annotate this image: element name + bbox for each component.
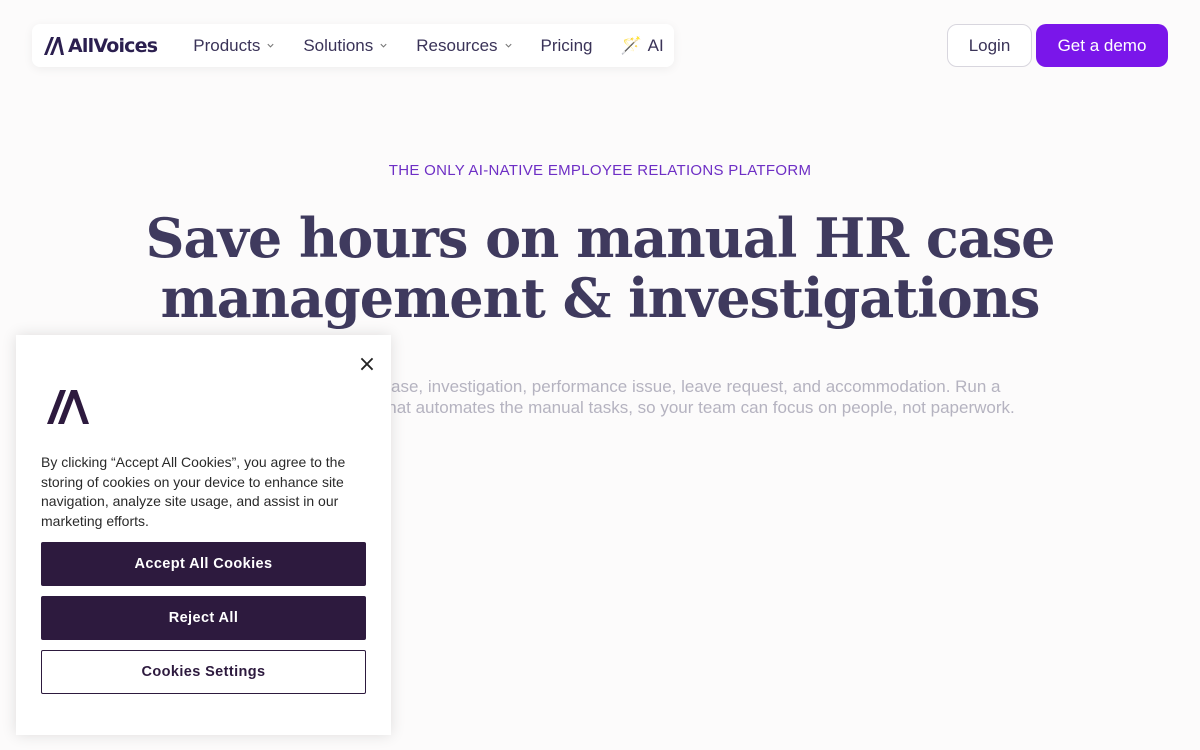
reject-all-button[interactable]: Reject All: [41, 596, 366, 640]
nav-solutions[interactable]: Solutions: [303, 36, 388, 56]
get-demo-button[interactable]: Get a demo: [1036, 24, 1168, 67]
accept-all-cookies-button[interactable]: Accept All Cookies: [41, 542, 366, 586]
hero-headline: Save hours on manual HR case management …: [100, 208, 1100, 328]
magic-wand-icon: 🪄: [620, 35, 642, 55]
hero-headline-line2: management & investigations: [160, 266, 1041, 330]
cookie-consent-dialog: × By clicking “Accept All Cookies”, you …: [16, 335, 391, 735]
login-button[interactable]: Login: [947, 24, 1032, 67]
brand-logo[interactable]: AllVoices: [44, 34, 158, 57]
nav-products-label: Products: [193, 35, 261, 55]
nav-products[interactable]: Products: [193, 36, 275, 56]
hero-eyebrow: THE ONLY AI-NATIVE EMPLOYEE RELATIONS PL…: [388, 162, 812, 179]
nav-ai-label: AI: [647, 35, 664, 55]
chevron-down-icon: [380, 43, 387, 48]
nav-ai[interactable]: 🪄 AI: [621, 36, 664, 56]
nav-resources[interactable]: Resources: [416, 36, 512, 56]
hero-subtext-line1: y HR case, investigation, performance is…: [340, 377, 1001, 396]
nav-resources-label: Resources: [416, 35, 498, 55]
allvoices-logo-icon: [47, 390, 89, 424]
allvoices-logo-icon: [44, 36, 64, 55]
hero-headline-line1: Save hours on manual HR case: [145, 206, 1055, 270]
nav-pricing-label: Pricing: [540, 35, 593, 55]
main-nav: AllVoices Products Solutions Resources P…: [32, 24, 674, 67]
close-icon[interactable]: ×: [356, 352, 378, 377]
chevron-down-icon: [267, 43, 274, 48]
hero-subtext-line2: ith AI that automates the manual tasks, …: [340, 398, 1015, 417]
hero-subtext: y HR case, investigation, performance is…: [340, 376, 1100, 418]
brand-name: AllVoices: [68, 34, 158, 57]
chevron-down-icon: [504, 43, 512, 48]
nav-pricing[interactable]: Pricing: [541, 36, 593, 56]
cookie-message: By clicking “Accept All Cookies”, you ag…: [41, 454, 346, 529]
nav-solutions-label: Solutions: [303, 35, 374, 55]
cookies-settings-button[interactable]: Cookies Settings: [41, 650, 366, 694]
